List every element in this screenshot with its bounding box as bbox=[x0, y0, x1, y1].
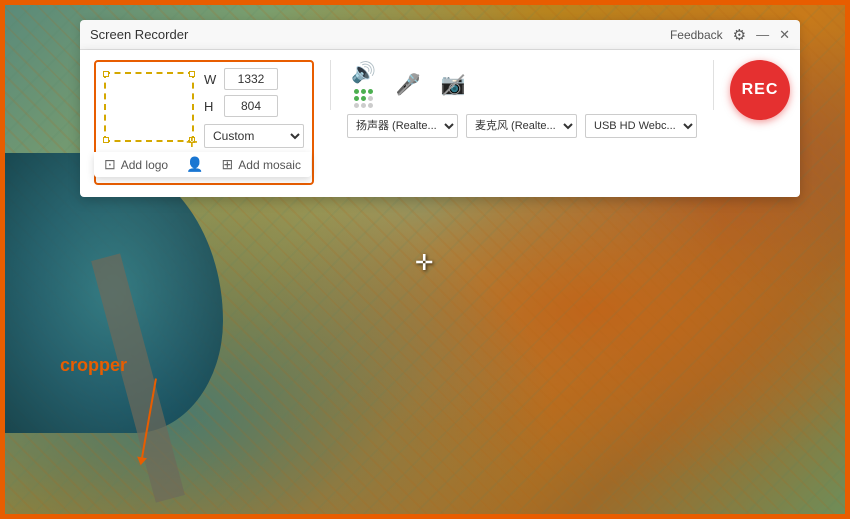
close-button[interactable]: ✕ bbox=[779, 27, 790, 43]
cropper-label: cropper bbox=[60, 355, 127, 376]
width-input[interactable] bbox=[224, 68, 278, 90]
bottom-tools-bar: ⊡ Add logo 👤 ⊞ Add mosaic bbox=[94, 152, 311, 177]
preset-select[interactable]: Custom Full Screen 720p 1080p bbox=[204, 124, 304, 148]
mosaic-icon: ⊞ bbox=[222, 156, 234, 173]
height-row: H bbox=[204, 95, 304, 117]
mic-icon: 🎤 bbox=[396, 72, 421, 97]
dot-9 bbox=[368, 103, 373, 108]
handle-tl bbox=[103, 71, 109, 77]
selection-crosshair: ✛ bbox=[186, 134, 198, 146]
add-logo-tool[interactable]: ⊡ Add logo bbox=[104, 156, 168, 173]
speaker-control: 🔊 bbox=[351, 60, 376, 108]
move-cursor: ✛ bbox=[415, 250, 433, 276]
minimize-button[interactable]: — bbox=[756, 27, 769, 42]
title-bar: Screen Recorder Feedback ⚙ — ✕ bbox=[80, 20, 800, 50]
mic-control: 🎤 bbox=[396, 72, 421, 97]
mic-select[interactable]: 麦克风 (Realte... bbox=[466, 114, 577, 138]
dot-2 bbox=[361, 89, 366, 94]
add-logo-label: Add logo bbox=[121, 158, 168, 172]
av-divider bbox=[330, 60, 331, 110]
camera-icon: 📷 bbox=[441, 72, 466, 97]
dot-6 bbox=[368, 96, 373, 101]
feedback-link[interactable]: Feedback bbox=[670, 28, 723, 42]
add-logo-icon: ⊡ bbox=[104, 156, 116, 173]
camera-control: 📷 bbox=[441, 72, 466, 97]
height-label: H bbox=[204, 99, 218, 114]
selection-area: ✛ bbox=[104, 72, 194, 142]
camera-select[interactable]: USB HD Webc... bbox=[585, 114, 697, 138]
add-mosaic-label: Add mosaic bbox=[238, 158, 301, 172]
dot-4 bbox=[354, 96, 359, 101]
dot-8 bbox=[361, 103, 366, 108]
av-controls: 🔊 🎤 📷 bbox=[347, 60, 697, 138]
title-controls: Feedback ⚙ — ✕ bbox=[670, 26, 790, 44]
person-icon: 👤 bbox=[186, 156, 203, 173]
speaker-level-dots bbox=[354, 89, 373, 108]
dot-5 bbox=[361, 96, 366, 101]
rec-divider bbox=[713, 60, 714, 110]
av-icons-row: 🔊 🎤 📷 bbox=[347, 60, 697, 108]
window-title: Screen Recorder bbox=[90, 27, 188, 42]
handle-bl bbox=[103, 137, 109, 143]
rec-button[interactable]: REC bbox=[730, 60, 790, 120]
speaker-icon: 🔊 bbox=[351, 60, 376, 85]
dot-1 bbox=[354, 89, 359, 94]
height-input[interactable] bbox=[224, 95, 278, 117]
width-label: W bbox=[204, 72, 218, 87]
handle-tr bbox=[189, 71, 195, 77]
width-row: W bbox=[204, 68, 304, 90]
speaker-select[interactable]: 扬声器 (Realte... bbox=[347, 114, 458, 138]
settings-icon[interactable]: ⚙ bbox=[733, 26, 746, 44]
add-mosaic-tool[interactable]: ⊞ Add mosaic bbox=[222, 156, 301, 173]
dot-7 bbox=[354, 103, 359, 108]
add-person-tool[interactable]: 👤 bbox=[186, 156, 203, 173]
dot-3 bbox=[368, 89, 373, 94]
av-selects-row: 扬声器 (Realte... 麦克风 (Realte... USB HD Web… bbox=[347, 114, 697, 138]
